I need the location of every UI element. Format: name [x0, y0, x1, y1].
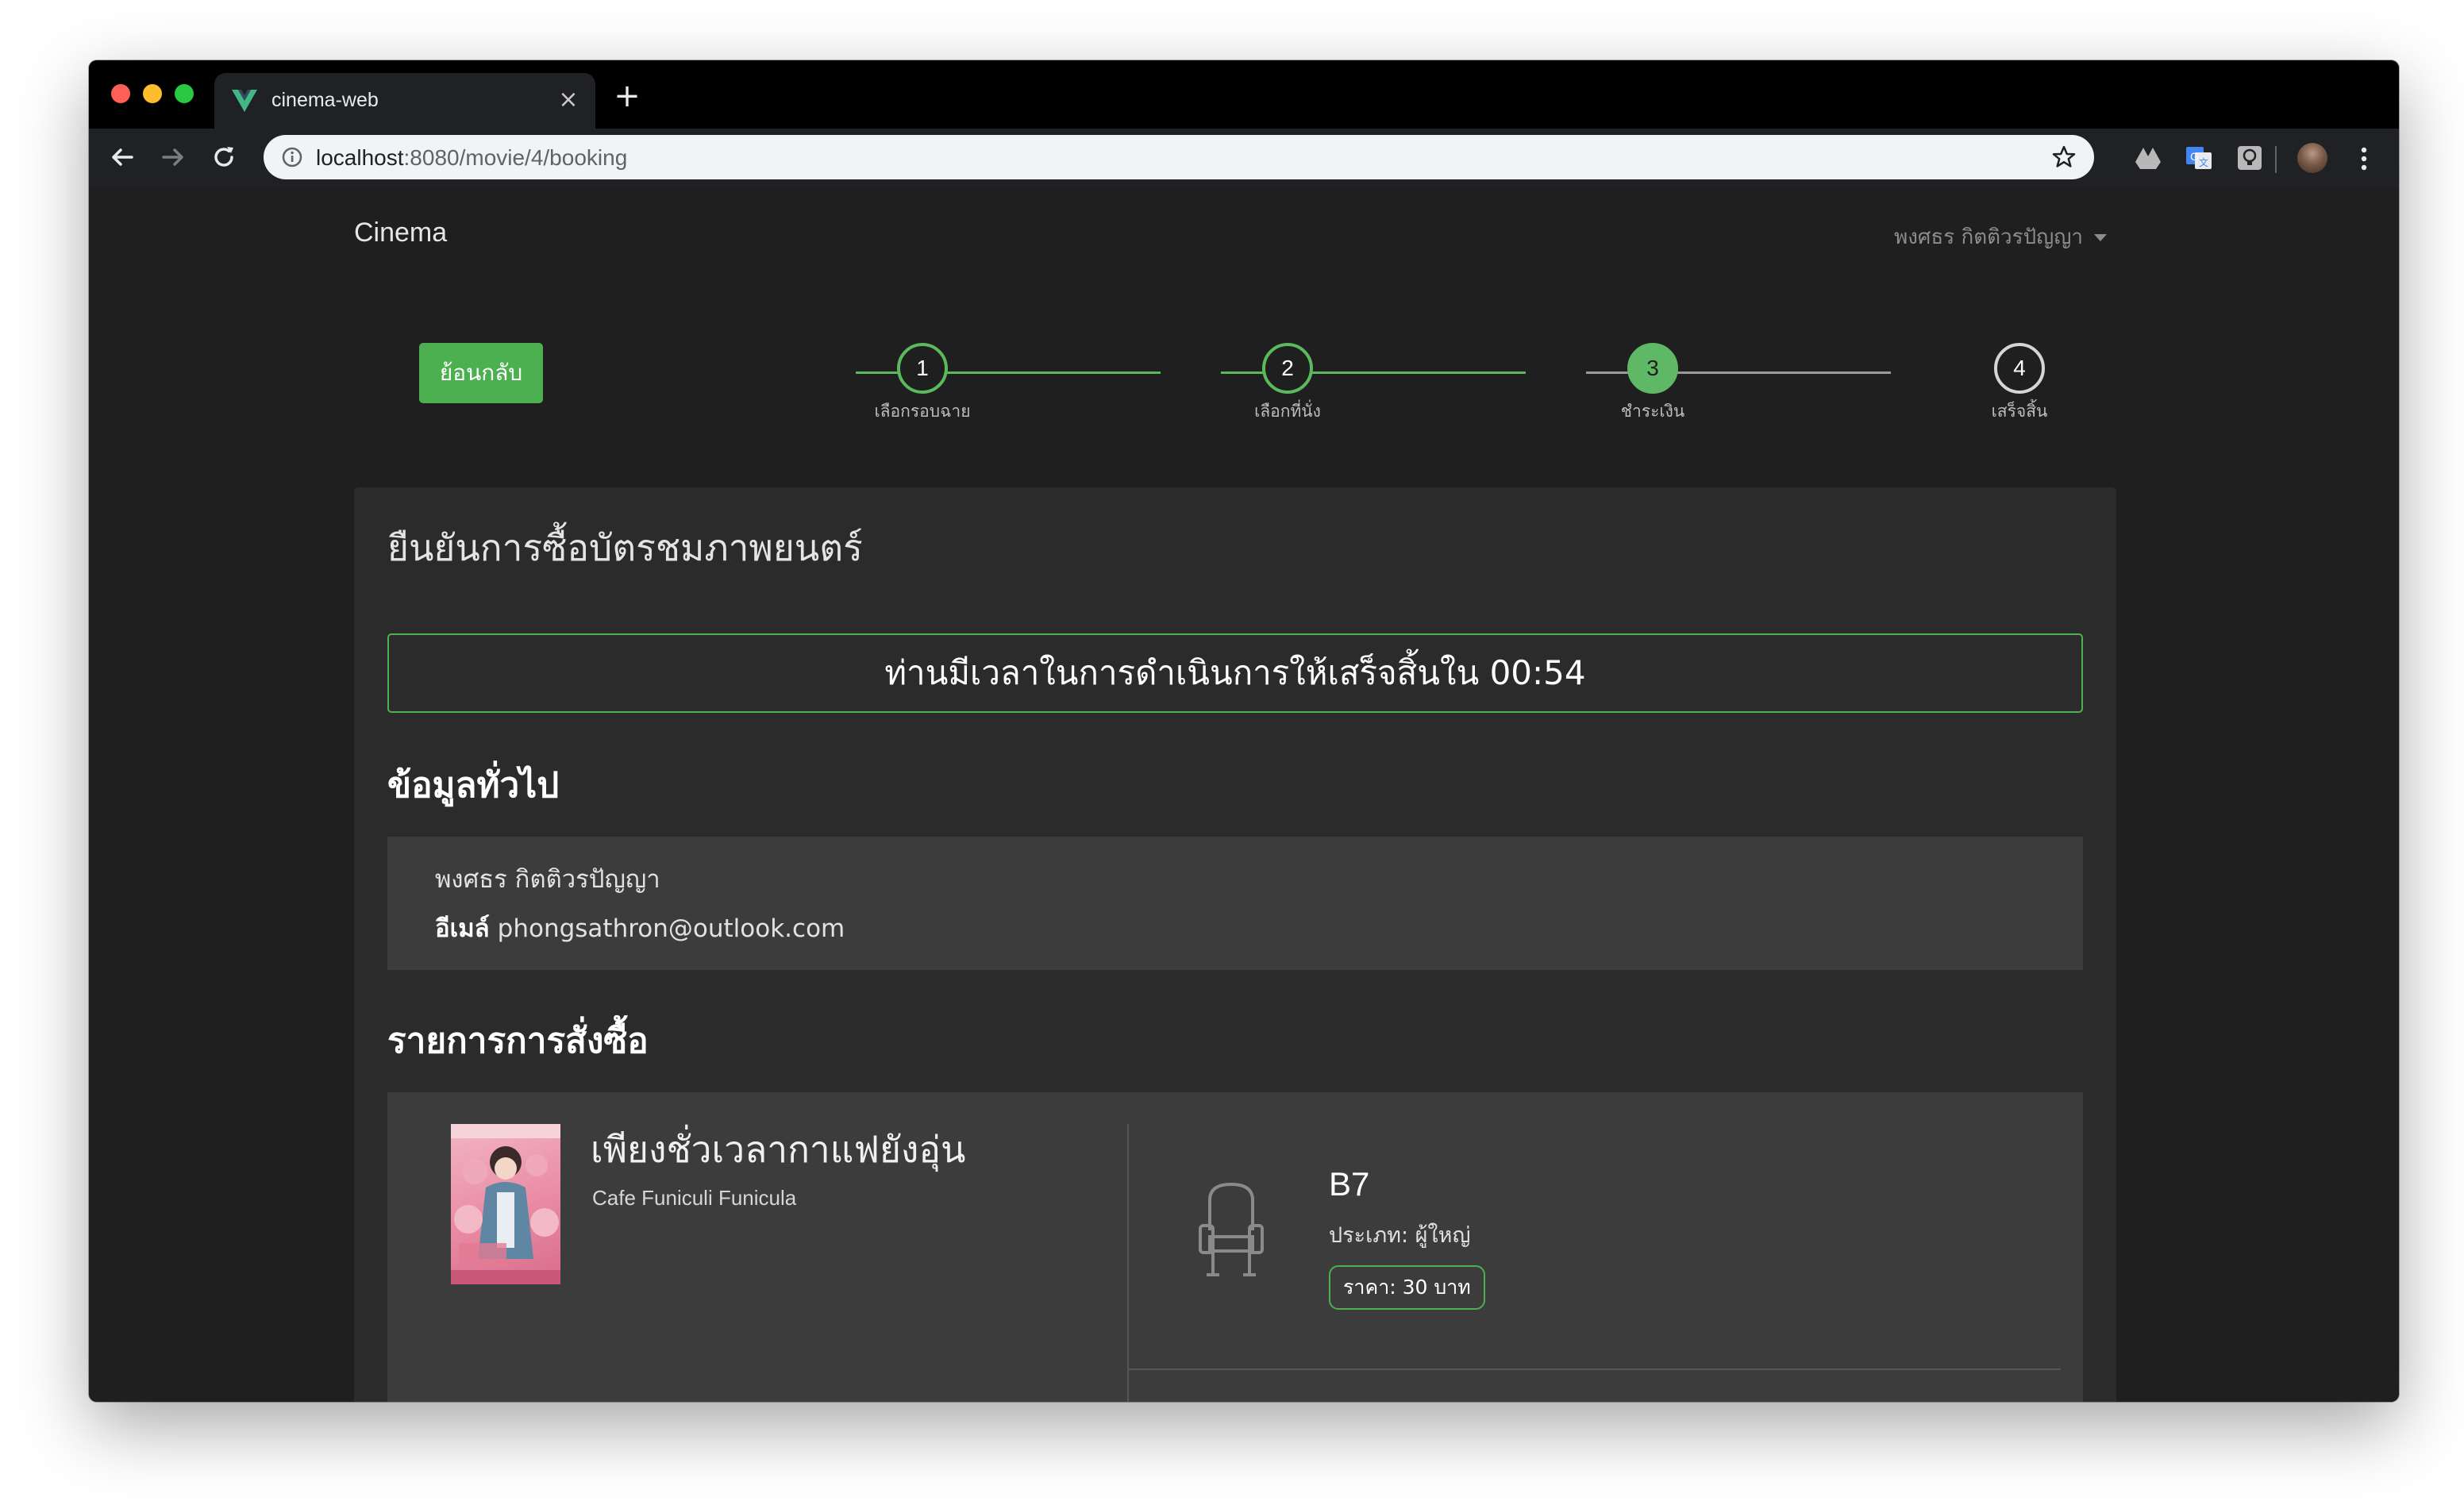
order-box: เพียงชั่วเวลากาแฟยังอุ่น Cafe Funiculi F…	[387, 1092, 2083, 1402]
general-info-box: พงศธร กิตติวรปัญญา อีเมล์ phongsathron@ou…	[387, 837, 2083, 970]
url-text[interactable]: localhost:8080/movie/4/booking	[316, 145, 627, 171]
toolbar-separator	[2275, 146, 2277, 173]
step-2-circle: 2	[1262, 343, 1313, 394]
step-4-circle: 4	[1994, 343, 2045, 394]
google-drive-extension-icon[interactable]	[2134, 144, 2162, 171]
step-1-circle: 1	[897, 343, 948, 394]
browser-window: cinema-web × + localhost:8080/movie/4/bo…	[89, 60, 2399, 1402]
booking-stepper: 1 เลือกรอบฉาย 2 เลือกที่นั่ง 3 ชำระเงิน …	[795, 343, 2066, 430]
order-heading: รายการการสั่งซื้อ	[387, 1021, 649, 1061]
vue-favicon-icon	[232, 90, 257, 112]
minimize-window-button[interactable]	[143, 84, 162, 103]
back-arrow-icon[interactable]	[106, 141, 138, 173]
tab-close-icon[interactable]: ×	[556, 87, 581, 113]
zoom-window-button[interactable]	[175, 84, 194, 103]
card-title: ยืนยันการซื้อบัตรชมภาพยนตร์	[387, 526, 863, 569]
svg-text:G: G	[2190, 150, 2199, 163]
step-3-circle: 3	[1627, 343, 1678, 394]
url-path: :8080/movie/4/booking	[403, 145, 628, 170]
customer-email: phongsathron@outlook.com	[497, 914, 845, 943]
customer-email-row: อีเมล์ phongsathron@outlook.com	[435, 908, 845, 948]
user-dropdown[interactable]: พงศธร กิตติวรปัญญา	[1894, 221, 2107, 253]
close-window-button[interactable]	[111, 84, 130, 103]
seat-icon	[1199, 1182, 1264, 1276]
movie-poster	[451, 1124, 560, 1284]
browser-tab[interactable]: cinema-web ×	[214, 73, 595, 129]
bookmark-star-icon[interactable]	[2051, 144, 2077, 170]
url-host: localhost	[316, 145, 404, 170]
profile-avatar[interactable]	[2297, 143, 2327, 173]
new-tab-button[interactable]: +	[613, 80, 641, 113]
tab-title: cinema-web	[271, 89, 379, 111]
step-1-label: เลือกรอบฉาย	[874, 402, 971, 421]
svg-text:文: 文	[2199, 156, 2208, 168]
google-translate-extension-icon[interactable]: G 文	[2185, 144, 2213, 171]
web-page: Cinema พงศธร กิตติวรปัญญา ย้อนกลับ 1 เลื…	[89, 187, 2399, 1402]
horizontal-divider	[1127, 1368, 2061, 1370]
navbar-brand[interactable]: Cinema	[354, 217, 447, 248]
forward-arrow-icon[interactable]	[157, 141, 189, 173]
movie-title: เพียงชั่วเวลากาแฟยังอุ่น	[591, 1128, 966, 1171]
reload-icon[interactable]	[208, 141, 240, 173]
countdown-timer: ท่านมีเวลาในการดำเนินการให้เสร็จสิ้นใน 0…	[387, 633, 2083, 713]
info-icon[interactable]	[281, 146, 303, 168]
vertical-divider	[1127, 1124, 1129, 1402]
seat-type: ประเภท: ผู้ใหญ่	[1329, 1223, 1471, 1248]
title-bar: cinema-web × +	[89, 60, 2399, 129]
step-2-label: เลือกที่นั่ง	[1254, 402, 1321, 421]
back-button[interactable]: ย้อนกลับ	[419, 343, 543, 403]
step-4-label: เสร็จสิ้น	[1991, 402, 2048, 421]
general-info-heading: ข้อมูลทั่วไป	[387, 765, 560, 806]
step-3-label: ชำระเงิน	[1620, 402, 1685, 421]
user-name: พงศธร กิตติวรปัญญา	[1894, 225, 2083, 249]
movie-subtitle: Cafe Funiculi Funicula	[592, 1186, 797, 1210]
browser-menu-icon[interactable]	[2359, 144, 2369, 173]
seat-code: B7	[1329, 1165, 1370, 1203]
poster-art	[451, 1124, 560, 1284]
price-badge: ราคา: 30 บาท	[1329, 1265, 1485, 1310]
keep-extension-icon[interactable]	[2235, 144, 2264, 171]
address-bar[interactable]: localhost:8080/movie/4/booking	[264, 135, 2094, 179]
customer-name: พงศธร กิตติวรปัญญา	[435, 865, 660, 894]
confirmation-card: ยืนยันการซื้อบัตรชมภาพยนตร์ ท่านมีเวลาใน…	[354, 487, 2116, 1402]
browser-toolbar: localhost:8080/movie/4/booking G 文	[89, 129, 2399, 187]
email-label: อีเมล์	[435, 914, 490, 943]
caret-down-icon	[2094, 234, 2107, 241]
